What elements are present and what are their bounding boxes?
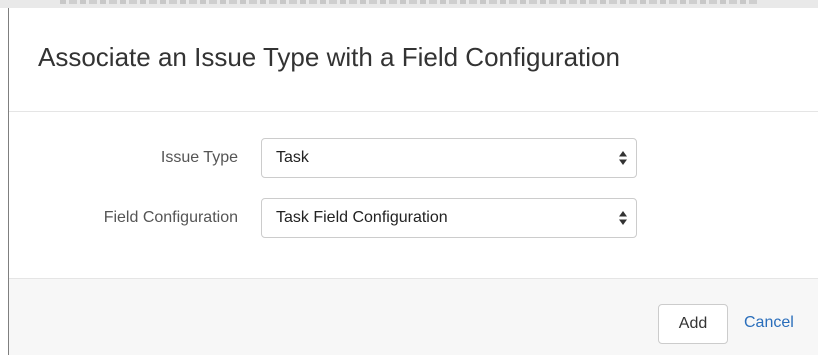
dialog-footer: Add Cancel [9, 278, 818, 355]
up-down-caret-icon [619, 211, 627, 225]
field-configuration-label: Field Configuration [103, 209, 238, 226]
field-configuration-label-wrap: Field Configuration [9, 198, 238, 238]
add-button[interactable]: Add [658, 304, 728, 344]
issue-type-row: Issue Type Task [9, 138, 818, 178]
up-down-caret-icon [619, 151, 627, 165]
dialog-title: Associate an Issue Type with a Field Con… [38, 42, 620, 72]
backdrop-obscured-text [60, 0, 760, 4]
dialog-header: Associate an Issue Type with a Field Con… [9, 8, 818, 112]
field-configuration-select-value: Task Field Configuration [276, 209, 448, 226]
issue-type-select[interactable]: Task [261, 138, 637, 178]
field-configuration-select[interactable]: Task Field Configuration [261, 198, 637, 238]
issue-type-select-value: Task [276, 149, 309, 166]
issue-type-label-wrap: Issue Type [9, 138, 238, 178]
associate-issue-type-dialog: Associate an Issue Type with a Field Con… [8, 8, 818, 355]
cancel-link[interactable]: Cancel [744, 314, 794, 332]
field-configuration-row: Field Configuration Task Field Configura… [9, 198, 818, 238]
page-backdrop [0, 0, 818, 8]
issue-type-label: Issue Type [160, 149, 238, 166]
